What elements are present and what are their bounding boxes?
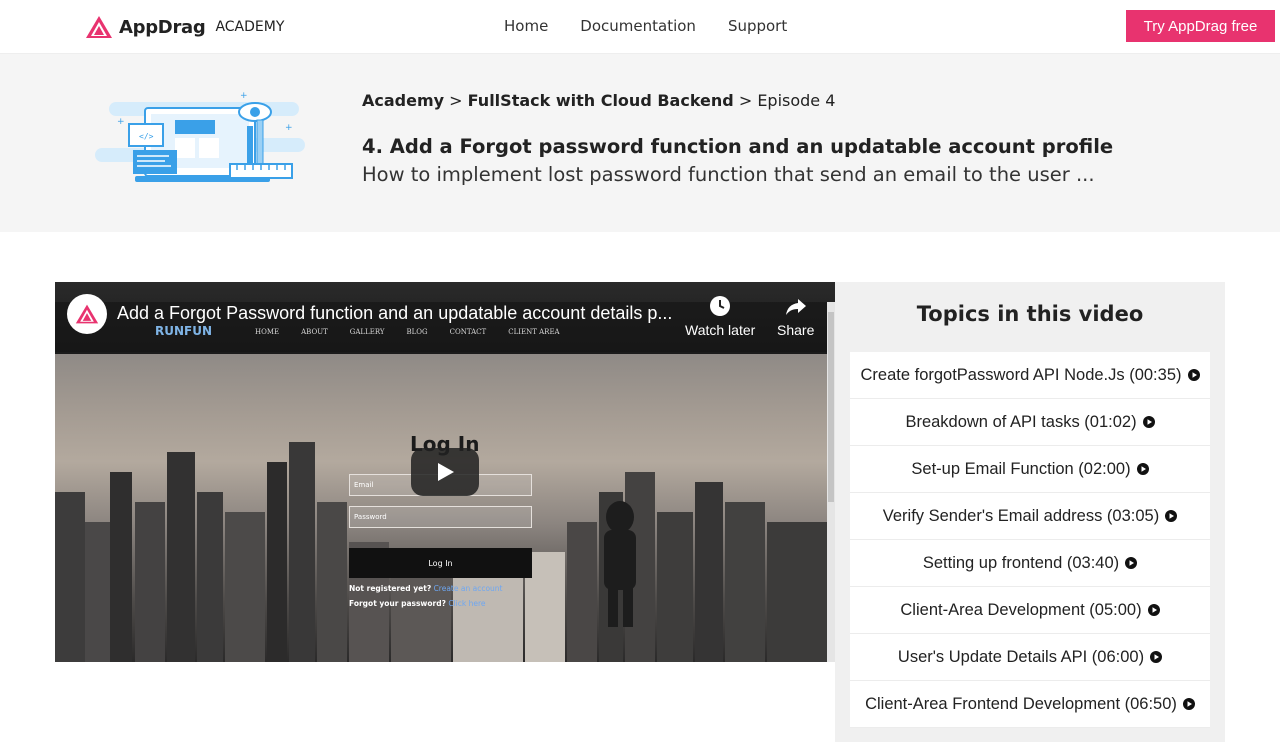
topic-item[interactable]: Create forgotPassword API Node.Js (00:35… xyxy=(850,352,1210,399)
play-circle-icon xyxy=(1136,463,1149,475)
preview-site-links: HOME ABOUT GALLERY BLOG CONTACT CLIENT A… xyxy=(255,328,560,336)
video-title[interactable]: Add a Forgot Password function and an up… xyxy=(117,303,677,324)
topic-item[interactable]: Breakdown of API tasks (01:02) xyxy=(850,399,1210,446)
play-button[interactable] xyxy=(411,448,479,496)
logo-brand-text: AppDrag xyxy=(119,16,206,38)
episode-hero: </> + + + Academy > FullStack with Cloud… xyxy=(0,54,1280,232)
episode-title: 4. Add a Forgot password function and an… xyxy=(362,135,1114,158)
svg-text:+: + xyxy=(240,91,248,101)
preview-password-field: Password xyxy=(349,506,532,528)
topic-label: Client-Area Frontend Development (06:50) xyxy=(865,694,1177,713)
topic-list: Create forgotPassword API Node.Js (00:35… xyxy=(850,352,1210,728)
topic-item[interactable]: Set-up Email Function (02:00) xyxy=(850,446,1210,493)
nav-documentation[interactable]: Documentation xyxy=(580,17,696,35)
preview-scrollbar-thumb xyxy=(828,312,834,502)
preview-login-button: Log In xyxy=(349,548,532,578)
topics-title: Topics in this video xyxy=(916,302,1144,326)
clock-icon xyxy=(710,296,731,316)
topic-label: Verify Sender's Email address (03:05) xyxy=(882,506,1160,525)
preview-link-home: HOME xyxy=(255,328,280,336)
topics-panel: Topics in this video Create forgotPasswo… xyxy=(835,282,1225,742)
topic-item[interactable]: Setting up frontend (03:40) xyxy=(850,540,1210,587)
play-icon xyxy=(438,463,454,481)
share-label: Share xyxy=(777,322,815,338)
play-circle-icon xyxy=(1150,651,1163,663)
breadcrumb-course[interactable]: FullStack with Cloud Backend xyxy=(468,91,734,110)
preview-link-blog: BLOG xyxy=(406,328,428,336)
appdrag-logo[interactable]: AppDrag ACADEMY xyxy=(85,14,284,40)
play-circle-icon xyxy=(1165,510,1178,522)
topic-label: Breakdown of API tasks (01:02) xyxy=(905,412,1137,431)
topic-item[interactable]: Client-Area Frontend Development (06:50) xyxy=(850,681,1210,728)
preview-forgot-password: Forgot your password? xyxy=(349,599,446,608)
topic-label: Set-up Email Function (02:00) xyxy=(911,459,1131,478)
breadcrumb-episode: Episode 4 xyxy=(757,91,836,110)
play-circle-icon xyxy=(1182,698,1195,710)
logo-academy-text: ACADEMY xyxy=(215,19,285,35)
main-nav: Home Documentation Support xyxy=(504,17,787,35)
play-circle-icon xyxy=(1125,557,1138,569)
share-button[interactable]: Share xyxy=(777,294,814,338)
play-circle-icon xyxy=(1142,416,1155,428)
youtube-video-player[interactable]: RUNFUN HOME ABOUT GALLERY BLOG CONTACT C… xyxy=(55,282,835,662)
nav-support[interactable]: Support xyxy=(728,17,787,35)
topic-label: User's Update Details API (06:00) xyxy=(897,647,1145,666)
breadcrumb: Academy > FullStack with Cloud Backend >… xyxy=(362,91,835,110)
watch-later-label: Watch later xyxy=(685,322,756,338)
episode-description: How to implement lost password function … xyxy=(362,163,1095,186)
preview-register-note: Not registered yet? Create an account xyxy=(349,584,502,593)
topic-label: Setting up frontend (03:40) xyxy=(922,553,1120,572)
watch-later-button[interactable]: Watch later xyxy=(685,294,755,338)
nav-home[interactable]: Home xyxy=(504,17,548,35)
preview-create-account-link: Create an account xyxy=(433,584,503,593)
breadcrumb-separator: > xyxy=(449,91,463,110)
appdrag-logo-icon xyxy=(86,16,112,38)
play-circle-icon xyxy=(1187,369,1200,381)
preview-link-contact: CONTACT xyxy=(449,328,487,336)
preview-click-here-link: Click here xyxy=(448,599,486,608)
svg-text:+: + xyxy=(117,117,125,127)
topic-label: Client-Area Development (05:00) xyxy=(900,600,1142,619)
preview-site-brand: RUNFUN xyxy=(155,324,213,338)
try-appdrag-button[interactable]: Try AppDrag free xyxy=(1126,10,1275,42)
topic-item[interactable]: Verify Sender's Email address (03:05) xyxy=(850,493,1210,540)
channel-avatar[interactable] xyxy=(67,294,107,334)
top-navbar: AppDrag ACADEMY Home Documentation Suppo… xyxy=(0,0,1280,54)
breadcrumb-separator: > xyxy=(738,91,753,110)
preview-forgot-note: Forgot your password? Click here xyxy=(349,599,485,608)
svg-text:+: + xyxy=(285,123,293,133)
preview-link-about: ABOUT xyxy=(301,328,328,336)
topic-label: Create forgotPassword API Node.Js (00:35… xyxy=(860,365,1182,384)
topic-item[interactable]: User's Update Details API (06:00) xyxy=(850,634,1210,681)
developer-workspace-illustration: </> + + + xyxy=(95,91,305,182)
preview-link-gallery: GALLERY xyxy=(349,328,385,336)
share-arrow-icon xyxy=(785,299,806,315)
appdrag-channel-icon xyxy=(75,304,99,324)
play-circle-icon xyxy=(1147,604,1160,616)
preview-not-registered: Not registered yet? xyxy=(349,584,432,593)
preview-scrollbar xyxy=(827,302,835,662)
breadcrumb-academy[interactable]: Academy xyxy=(362,91,444,110)
svg-text:</>: </> xyxy=(139,132,154,141)
topic-item[interactable]: Client-Area Development (05:00) xyxy=(850,587,1210,634)
preview-link-client-area: CLIENT AREA xyxy=(508,328,560,336)
